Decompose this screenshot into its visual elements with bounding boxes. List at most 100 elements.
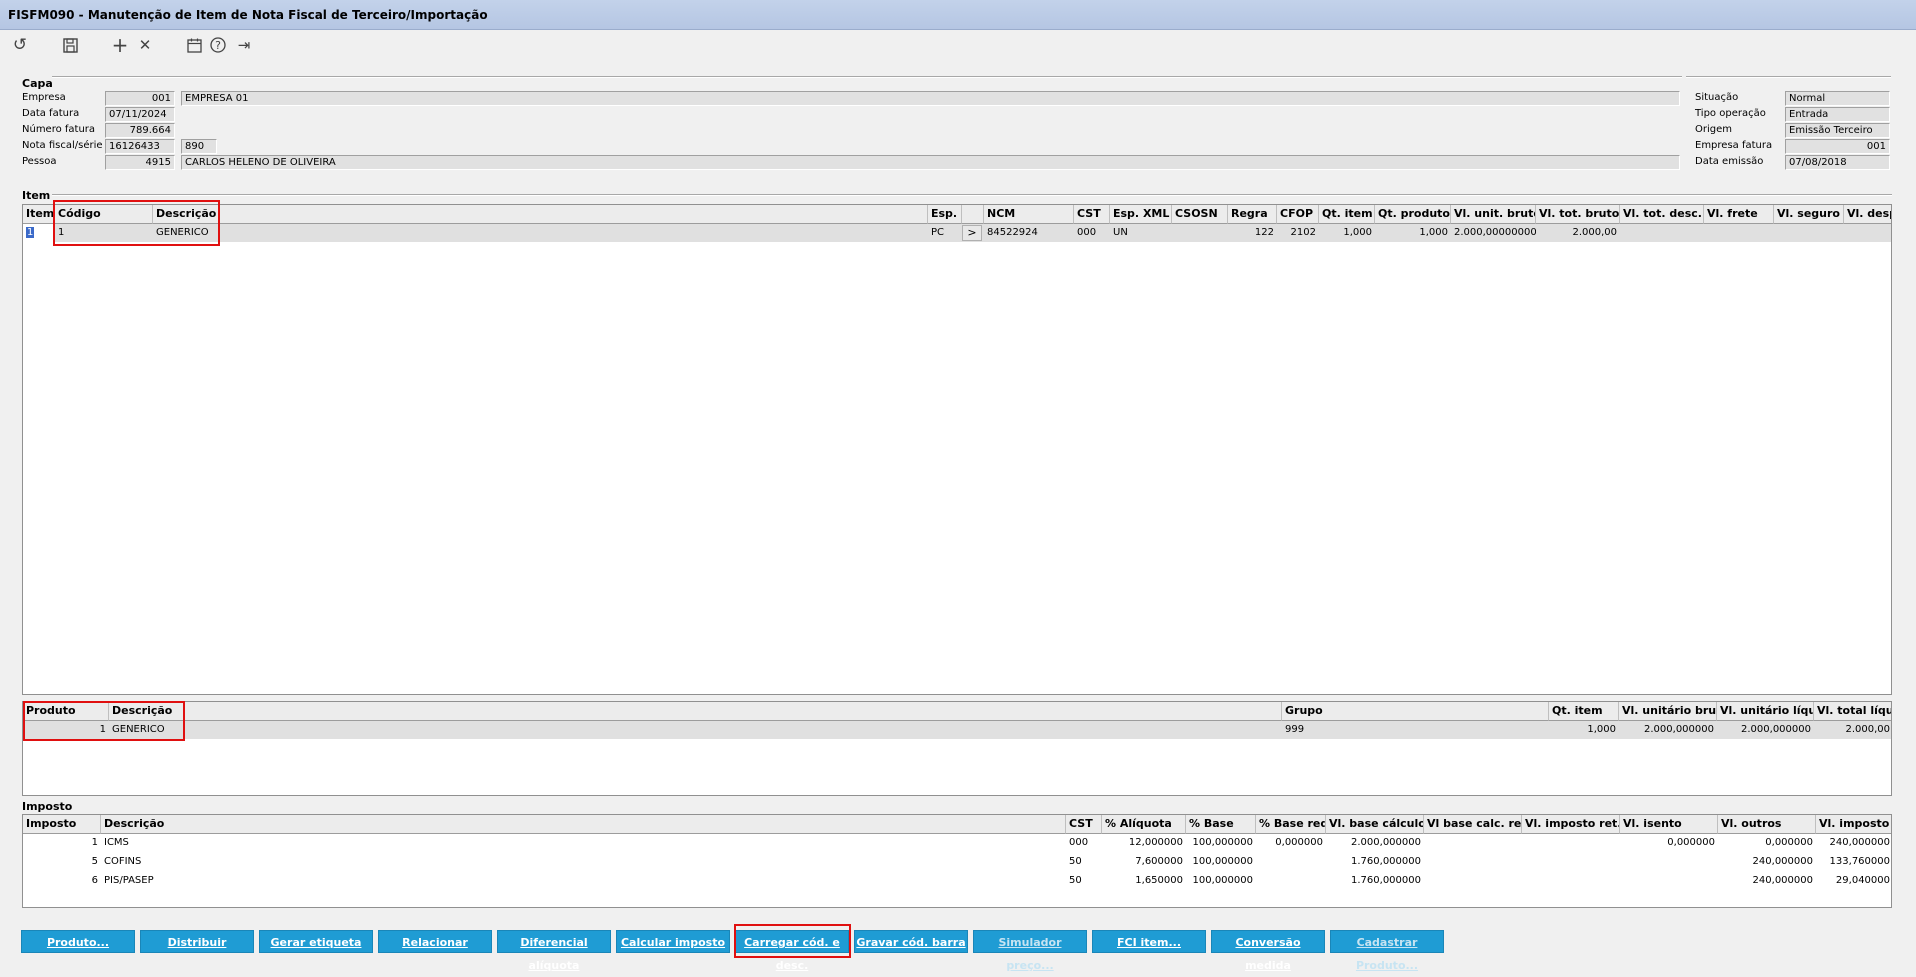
cell-vl-desp-ac[interactable]	[1844, 224, 1891, 242]
cell-ncm[interactable]: 84522924	[984, 224, 1074, 242]
cell-descricao[interactable]: PIS/PASEP	[101, 872, 1066, 890]
col-cfop[interactable]: CFOP	[1277, 205, 1319, 224]
imposto-grid[interactable]: Imposto Descrição CST % Alíquota % Base …	[22, 814, 1892, 908]
cell-imposto[interactable]: 6	[23, 872, 101, 890]
col-ncm[interactable]: NCM	[984, 205, 1074, 224]
cell-esp-xml[interactable]: UN	[1110, 224, 1172, 242]
col-vl-tot-bruto[interactable]: Vl. tot. bruto	[1536, 205, 1620, 224]
col-qt-item[interactable]: Qt. item	[1549, 702, 1619, 721]
help-icon[interactable]: ?	[206, 33, 230, 57]
col-vl-desp-ac[interactable]: Vl. desp. ac.	[1844, 205, 1891, 224]
col-cst[interactable]: CST	[1066, 815, 1102, 834]
cell-descricao[interactable]: ICMS	[101, 834, 1066, 852]
cell-esp[interactable]: PC	[928, 224, 962, 242]
gerar-etiqueta-button[interactable]: Gerar etiqueta	[259, 930, 373, 953]
conversao-medida-button[interactable]: Conversão medida	[1211, 930, 1325, 972]
cell-vl-frete[interactable]	[1704, 224, 1774, 242]
empresa-code-field[interactable]: 001	[105, 91, 175, 106]
serie-field[interactable]: 890	[181, 139, 217, 154]
col-esp[interactable]: Esp.	[928, 205, 962, 224]
cell-qt-item[interactable]: 1,000	[1319, 224, 1375, 242]
cell-vl-imposto[interactable]: 29,040000	[1816, 872, 1891, 890]
cell-vl-imposto[interactable]: 133,760000	[1816, 853, 1891, 871]
origem-field[interactable]: Emissão Terceiro	[1785, 123, 1890, 138]
cell-base[interactable]: 100,000000	[1186, 834, 1256, 852]
cell-vl-tot-desc[interactable]	[1620, 224, 1704, 242]
cadastrar-produto-button[interactable]: Cadastrar Produto...	[1330, 930, 1444, 972]
cell-descricao[interactable]: GENERICO	[153, 224, 928, 242]
cell-base-red[interactable]	[1256, 853, 1326, 871]
col-vl-total-liquido[interactable]: Vl. total líquido	[1814, 702, 1891, 721]
col-descricao[interactable]: Descrição	[101, 815, 1066, 834]
save-icon[interactable]	[58, 33, 82, 57]
cell-aliquota[interactable]: 7,600000	[1102, 853, 1186, 871]
cell-imposto[interactable]: 5	[23, 853, 101, 871]
col-vl-unit-bruto[interactable]: Vl. unitário bruto	[1619, 702, 1717, 721]
col-vl-frete[interactable]: Vl. frete	[1704, 205, 1774, 224]
cell-vl-outros[interactable]: 0,000000	[1718, 834, 1816, 852]
exit-icon[interactable]: ⇥	[232, 33, 256, 57]
cell-vl-tot-bruto[interactable]: 2.000,00	[1536, 224, 1620, 242]
cell-cst[interactable]: 50	[1066, 872, 1102, 890]
table-row[interactable]: 1 1 GENERICO PC > 84522924 000 UN 122 21…	[23, 224, 1891, 242]
cell-vl-imp-ret[interactable]	[1522, 853, 1620, 871]
gravar-cod-barra-button[interactable]: Gravar cód. barra	[854, 930, 968, 953]
table-row[interactable]: 1 GENERICO 999 1,000 2.000,000000 2.000,…	[23, 721, 1891, 739]
cell-descricao[interactable]: GENERICO	[109, 721, 1282, 739]
cell-base[interactable]: 100,000000	[1186, 872, 1256, 890]
col-vl-imposto-ret[interactable]: Vl. imposto ret.	[1522, 815, 1620, 834]
cell-vl-base[interactable]: 1.760,000000	[1326, 853, 1424, 871]
cell-vl-isento[interactable]	[1620, 853, 1718, 871]
cell-aliquota[interactable]: 12,000000	[1102, 834, 1186, 852]
calcular-imposto-button[interactable]: Calcular imposto	[616, 930, 730, 953]
situacao-field[interactable]: Normal	[1785, 91, 1890, 106]
distribuir-button[interactable]: Distribuir	[140, 930, 254, 953]
cell-vl-base-ret[interactable]	[1424, 853, 1522, 871]
cell-grupo[interactable]: 999	[1282, 721, 1549, 739]
table-row[interactable]: 1 ICMS 000 12,000000 100,000000 0,000000…	[23, 834, 1891, 852]
cell-cst[interactable]: 000	[1074, 224, 1110, 242]
col-vl-unit-liquido[interactable]: Vl. unitário líquido	[1717, 702, 1814, 721]
col-qt-produto[interactable]: Qt. produto	[1375, 205, 1451, 224]
tipo-operacao-field[interactable]: Entrada	[1785, 107, 1890, 122]
empresa-name-field[interactable]: EMPRESA 01	[181, 91, 1680, 106]
cell-cst[interactable]: 000	[1066, 834, 1102, 852]
cell-vl-isento[interactable]	[1620, 872, 1718, 890]
col-descricao[interactable]: Descrição	[153, 205, 928, 224]
col-produto[interactable]: Produto	[23, 702, 109, 721]
col-item[interactable]: Item	[23, 205, 55, 224]
data-emissao-field[interactable]: 07/08/2018	[1785, 155, 1890, 170]
cell-aliquota[interactable]: 1,650000	[1102, 872, 1186, 890]
pessoa-code-field[interactable]: 4915	[105, 155, 175, 170]
table-row[interactable]: 6 PIS/PASEP 50 1,650000 100,000000 1.760…	[23, 872, 1891, 890]
cell-vl-isento[interactable]: 0,000000	[1620, 834, 1718, 852]
cell-vl-imposto[interactable]: 240,000000	[1816, 834, 1891, 852]
col-vl-outros[interactable]: Vl. outros	[1718, 815, 1816, 834]
pessoa-name-field[interactable]: CARLOS HELENO DE OLIVEIRA	[181, 155, 1680, 170]
relacionar-button[interactable]: Relacionar	[378, 930, 492, 953]
col-regra[interactable]: Regra	[1228, 205, 1277, 224]
col-codigo[interactable]: Código	[55, 205, 153, 224]
cell-vl-base-ret[interactable]	[1424, 872, 1522, 890]
cell-imposto[interactable]: 1	[23, 834, 101, 852]
cell-vl-unit-bruto[interactable]: 2.000,0000000000	[1451, 224, 1536, 242]
cell-vl-outros[interactable]: 240,000000	[1718, 872, 1816, 890]
col-csosn[interactable]: CSOSN	[1172, 205, 1228, 224]
col-expand[interactable]	[962, 205, 984, 224]
cell-vl-imp-ret[interactable]	[1522, 834, 1620, 852]
empresa-fatura-field[interactable]: 001	[1785, 139, 1890, 154]
col-vl-base-calc-ret[interactable]: Vl base calc. ret.	[1424, 815, 1522, 834]
col-aliquota[interactable]: % Alíquota	[1102, 815, 1186, 834]
col-cst[interactable]: CST	[1074, 205, 1110, 224]
cell-qt-produto[interactable]: 1,000	[1375, 224, 1451, 242]
col-vl-isento[interactable]: Vl. isento	[1620, 815, 1718, 834]
cell-vl-base-ret[interactable]	[1424, 834, 1522, 852]
cell-vl-base[interactable]: 1.760,000000	[1326, 872, 1424, 890]
col-vl-imposto[interactable]: Vl. imposto	[1816, 815, 1891, 834]
nota-fiscal-field[interactable]: 16126433	[105, 139, 175, 154]
cell-codigo[interactable]: 1	[55, 224, 153, 242]
expand-button[interactable]: >	[962, 225, 982, 241]
calendar-icon[interactable]	[182, 33, 206, 57]
cell-base-red[interactable]	[1256, 872, 1326, 890]
data-fatura-field[interactable]: 07/11/2024	[105, 107, 175, 122]
